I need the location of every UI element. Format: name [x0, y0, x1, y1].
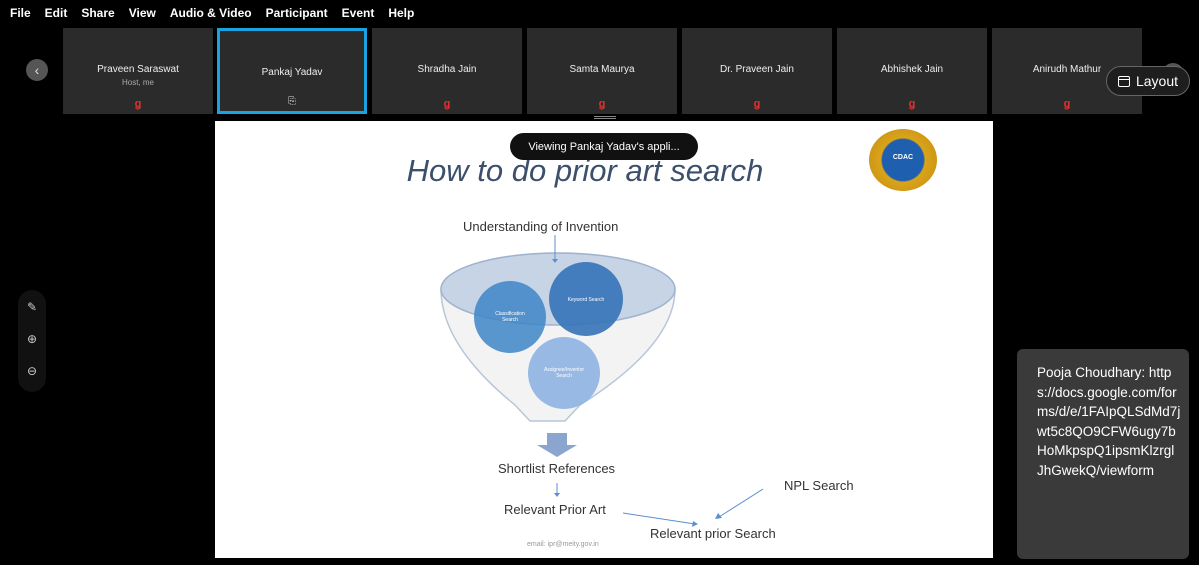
layout-label: Layout [1135, 73, 1179, 89]
zoom-out-icon[interactable]: ⊖ [18, 364, 46, 378]
understanding-label: Understanding of Invention [463, 219, 619, 234]
participant-tile-active[interactable]: Pankaj Yadav ⎘ [217, 28, 367, 114]
relevant-prior-art-label: Relevant Prior Art [504, 502, 606, 517]
participant-name: Shradha Jain [417, 64, 477, 75]
slide-footer: email: ipr@meity.gov.in [527, 541, 599, 548]
layout-button[interactable]: Layout [1106, 66, 1190, 96]
participant-strip: ‹ Praveen Saraswat Host, me ǥ Pankaj Yad… [0, 26, 1199, 118]
menu-participant[interactable]: Participant [266, 6, 328, 20]
mic-muted-icon: ǥ [598, 98, 606, 110]
menu-view[interactable]: View [129, 6, 156, 20]
keyword-label: Keyword Search [567, 297, 605, 303]
viewing-toast: Viewing Pankaj Yadav's appli... [510, 133, 698, 160]
chat-message-text: Pooja Choudhary: https://docs.google.com… [1037, 365, 1181, 478]
previous-page-button[interactable]: ‹ [26, 59, 48, 81]
participant-role: Host, me [121, 78, 154, 87]
menu-share[interactable]: Share [81, 6, 114, 20]
resize-handle[interactable] [594, 116, 616, 119]
assignee-label: Assignee/Inventor Search [543, 367, 585, 379]
npl-search-label: NPL Search [784, 478, 854, 493]
participant-tile[interactable]: Shradha Jain ǥ [372, 28, 522, 114]
mic-muted-icon: ǥ [753, 98, 761, 110]
mic-muted-icon: ǥ [908, 98, 916, 110]
mic-muted-icon: ǥ [134, 98, 142, 110]
zoom-in-icon[interactable]: ⊕ [18, 332, 46, 346]
participant-tile[interactable]: Praveen Saraswat Host, me ǥ [63, 28, 213, 114]
mic-muted-icon: ǥ [1063, 98, 1071, 110]
menu-event[interactable]: Event [342, 6, 375, 20]
menu-bar: File Edit Share View Audio & Video Parti… [0, 0, 1199, 26]
participant-name: Samta Maurya [569, 64, 635, 75]
arrow-line [718, 488, 764, 518]
down-arrow-shape [537, 433, 577, 457]
zoom-toolbar: ✎ ⊕ ⊖ [18, 290, 46, 392]
shared-slide: How to do prior art search CDAC Understa… [215, 121, 993, 558]
chat-message-popup[interactable]: Pooja Choudhary: https://docs.google.com… [1017, 349, 1189, 559]
share-screen-icon: ⎘ [288, 96, 296, 107]
participant-name: Dr. Praveen Jain [720, 64, 794, 75]
menu-audio-video[interactable]: Audio & Video [170, 6, 252, 20]
shortlist-label: Shortlist References [498, 461, 616, 476]
mic-muted-icon: ǥ [443, 98, 451, 110]
menu-edit[interactable]: Edit [45, 6, 68, 20]
participant-tile[interactable]: Abhishek Jain ǥ [837, 28, 987, 114]
participant-name: Pankaj Yadav [261, 67, 323, 78]
menu-file[interactable]: File [10, 6, 31, 20]
participant-name: Abhishek Jain [880, 64, 944, 75]
participant-tile[interactable]: Dr. Praveen Jain ǥ [682, 28, 832, 114]
prior-art-diagram [440, 235, 764, 527]
participant-tile[interactable]: Samta Maurya ǥ [527, 28, 677, 114]
arrow-line [622, 512, 696, 525]
menu-help[interactable]: Help [388, 6, 414, 20]
classification-label: Classification Search [495, 311, 525, 323]
participant-name: Praveen Saraswat [97, 64, 179, 75]
relevant-prior-search-label: Relevant prior Search [650, 526, 776, 541]
layout-icon [1117, 75, 1130, 87]
pen-icon[interactable]: ✎ [18, 300, 46, 314]
arrow-head [554, 493, 560, 497]
